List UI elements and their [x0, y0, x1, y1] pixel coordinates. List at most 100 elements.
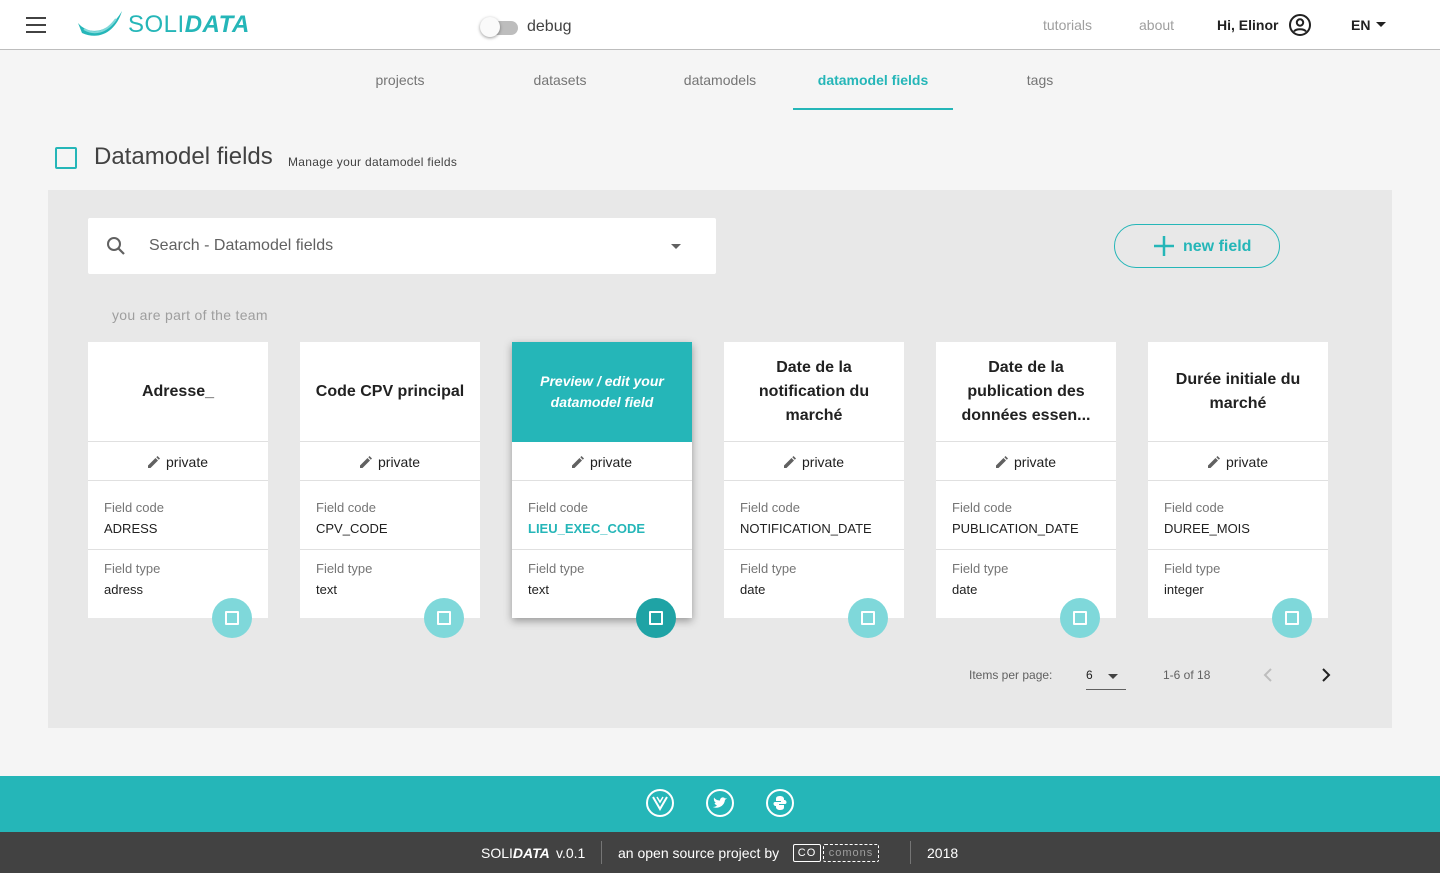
private-label: private — [378, 454, 421, 470]
vue-icon[interactable] — [646, 789, 674, 817]
debug-toggle[interactable] — [480, 17, 518, 37]
card-divider — [936, 549, 1116, 550]
next-page-icon[interactable] — [1316, 665, 1336, 685]
language-selector[interactable]: EN — [1351, 17, 1370, 33]
field-code-value: ADRESS — [104, 521, 158, 536]
card-divider — [300, 549, 480, 550]
search-dropdown-icon[interactable] — [671, 244, 681, 249]
card-title[interactable]: Date de la publication des données essen… — [936, 342, 1116, 442]
python-icon[interactable] — [766, 789, 794, 817]
pencil-icon[interactable] — [360, 456, 372, 468]
logo-text: SOLIDATA — [128, 11, 250, 38]
field-code-value: DUREE_MOIS — [1164, 521, 1250, 536]
footer-version: v.0.1 — [556, 845, 586, 861]
field-type-label: Field type — [740, 561, 797, 576]
items-per-page-label: Items per page: — [969, 668, 1053, 682]
co-logo-part: CO — [793, 844, 821, 862]
footer-social-bar — [0, 776, 1440, 832]
select-checkbox-icon[interactable] — [1272, 598, 1312, 638]
field-type-label: Field type — [104, 561, 161, 576]
tab-tags[interactable]: tags — [960, 50, 1120, 110]
datamodel-field-card[interactable]: Preview / edit your datamodel field priva… — [512, 342, 692, 638]
language-caret-icon[interactable] — [1376, 22, 1386, 27]
plus-icon — [1154, 236, 1174, 256]
field-type-value: adress — [104, 582, 144, 597]
field-type-value: text — [528, 582, 549, 597]
mons-logo-part: comons — [823, 844, 879, 862]
card-title[interactable]: Code CPV principal — [300, 342, 480, 442]
toggle-knob — [480, 17, 500, 37]
menu-icon[interactable] — [26, 17, 46, 33]
new-field-label: new field — [1183, 238, 1252, 255]
checkbox-outline — [1073, 611, 1087, 625]
items-per-page-select[interactable]: 6 — [1086, 660, 1126, 690]
datamodel-field-card[interactable]: Adresse_ private Field code ADRESS Field typ… — [88, 342, 268, 638]
footer-divider — [910, 841, 911, 864]
card-divider — [724, 549, 904, 550]
tab-datamodel-fields[interactable]: datamodel fields — [793, 50, 953, 110]
private-label: private — [1226, 454, 1269, 470]
select-checkbox-icon[interactable] — [848, 598, 888, 638]
pencil-icon[interactable] — [148, 456, 160, 468]
tab-datasets[interactable]: datasets — [480, 50, 640, 110]
field-code-label: Field code — [316, 500, 376, 515]
select-checkbox-icon[interactable] — [636, 598, 676, 638]
card-title[interactable]: Preview / edit your datamodel field — [512, 342, 692, 442]
card-divider — [88, 549, 268, 550]
select-checkbox-icon[interactable] — [1060, 598, 1100, 638]
pencil-icon[interactable] — [784, 456, 796, 468]
tab-datamodels[interactable]: datamodels — [640, 50, 800, 110]
new-field-button[interactable]: new field — [1114, 224, 1280, 268]
pencil-icon[interactable] — [572, 456, 584, 468]
chevron-down-icon — [1108, 674, 1118, 679]
datamodel-field-card[interactable]: Code CPV principal private Field code CPV_C… — [300, 342, 480, 638]
account-circle-icon[interactable] — [1288, 13, 1312, 37]
card-visibility: private — [300, 443, 480, 481]
datamodel-field-card[interactable]: Date de la publication des données essen… — [936, 342, 1116, 638]
debug-label: debug — [527, 18, 572, 35]
field-code-value: CPV_CODE — [316, 521, 388, 536]
field-type-value: integer — [1164, 582, 1204, 597]
nav-link-tutorials[interactable]: tutorials — [1043, 17, 1092, 33]
pencil-icon[interactable] — [1208, 456, 1220, 468]
cocommons-logo[interactable]: CO comons — [793, 844, 879, 862]
field-code-label: Field code — [528, 500, 588, 515]
card-title[interactable]: Durée initiale du marché — [1148, 342, 1328, 442]
twitter-icon[interactable] — [706, 789, 734, 817]
user-greeting: Hi, Elinor — [1217, 17, 1279, 33]
private-label: private — [590, 454, 633, 470]
field-code-value: LIEU_EXEC_CODE — [528, 521, 646, 536]
field-type-value: date — [952, 582, 978, 597]
checkbox-outline — [225, 611, 239, 625]
card-title[interactable]: Date de la notification du marché — [724, 342, 904, 442]
private-label: private — [166, 454, 209, 470]
datamodel-field-card[interactable]: Durée initiale du marché private Field cod… — [1148, 342, 1328, 638]
search-icon — [107, 237, 125, 255]
card-visibility: private — [936, 443, 1116, 481]
checkbox-outline — [861, 611, 875, 625]
tab-projects[interactable]: projects — [320, 50, 480, 110]
card-title[interactable]: Adresse_ — [88, 342, 268, 442]
field-type-label: Field type — [1164, 561, 1221, 576]
datamodel-field-card[interactable]: Date de la notification du marché private… — [724, 342, 904, 638]
previous-page-icon[interactable] — [1258, 665, 1278, 685]
select-checkbox-icon[interactable] — [424, 598, 464, 638]
field-code-value: PUBLICATION_DATE — [952, 521, 1079, 536]
select-checkbox-icon[interactable] — [212, 598, 252, 638]
search-input[interactable] — [149, 228, 649, 264]
logo[interactable]: SOLIDATA — [76, 9, 256, 41]
field-code-label: Field code — [1164, 500, 1224, 515]
card-visibility: private — [88, 443, 268, 481]
field-type-label: Field type — [528, 561, 585, 576]
nav-link-about[interactable]: about — [1139, 17, 1174, 33]
field-code-label: Field code — [952, 500, 1012, 515]
private-label: private — [1014, 454, 1057, 470]
footer-brand: SOLIDATA — [481, 845, 550, 861]
private-label: private — [802, 454, 845, 470]
items-per-page-value: 6 — [1086, 668, 1093, 682]
checkbox-outline — [1285, 611, 1299, 625]
pencil-icon[interactable] — [996, 456, 1008, 468]
top-app-bar: SOLIDATA debug tutorials about Hi, Elino… — [0, 0, 1440, 50]
field-code-label: Field code — [740, 500, 800, 515]
page-title-icon — [55, 147, 77, 169]
